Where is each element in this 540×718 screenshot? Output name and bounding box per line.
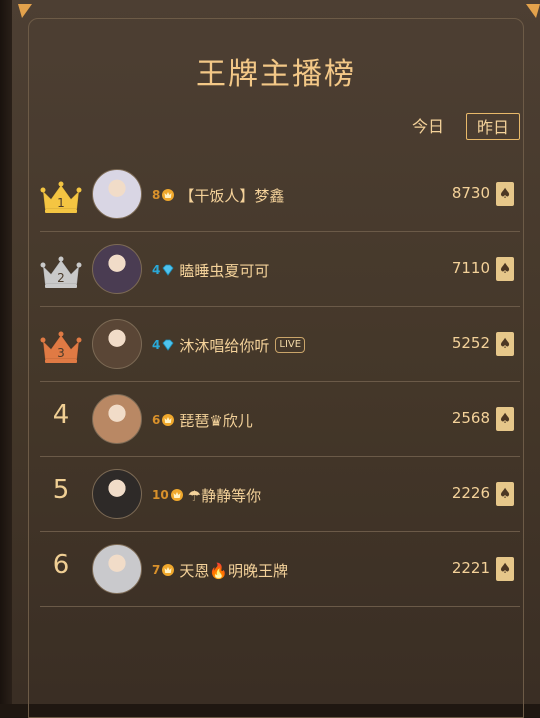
level-badge: 8 [152, 188, 179, 202]
avatar[interactable] [92, 169, 142, 219]
score-value: 7110 [451, 259, 490, 277]
anchor-name: 琵琶♛欣儿 [179, 411, 253, 430]
crown-level-icon [162, 564, 175, 576]
anchor-info: 4 沐沐唱给你听 LIVE [152, 333, 306, 357]
level-number: 7 [152, 563, 161, 577]
left-edge-strip [0, 0, 12, 704]
anchor-info: 6 琵琶♛欣儿 [152, 408, 253, 432]
avatar[interactable] [92, 469, 142, 519]
score-value: 2221 [451, 559, 490, 577]
avatar[interactable] [92, 319, 142, 369]
anchor-name: 【干饭人】梦鑫 [179, 186, 285, 205]
spade-icon[interactable]: ♠ [496, 182, 514, 206]
score-value: 2226 [451, 484, 490, 502]
rank-number: 3 [57, 346, 65, 360]
crown-level-icon [162, 414, 175, 426]
tab-yesterday[interactable]: 昨日 [466, 113, 520, 140]
spade-icon[interactable]: ♠ [496, 257, 514, 281]
anchor-name: 天恩🔥明晚王牌 [179, 561, 289, 580]
spade-icon[interactable]: ♠ [496, 482, 514, 506]
rank-crown-icon: 1 [40, 181, 82, 213]
level-number: 6 [152, 413, 161, 427]
level-number: 4 [152, 263, 161, 277]
score-value: 2568 [451, 409, 490, 427]
anchor-info: 4 瞌睡虫夏可可 [152, 258, 269, 282]
ranking-row[interactable]: 3 4 沐沐唱给你听 LIVE 5252 ♠ [40, 307, 520, 382]
ranking-row[interactable]: 4 6 琵琶♛欣儿 2568 ♠ [40, 382, 520, 457]
ranking-row[interactable]: 5 10 ☂静静等你 2226 ♠ [40, 457, 520, 532]
rank-number: 5 [52, 475, 70, 505]
crown-level-icon [170, 489, 183, 501]
spade-icon[interactable]: ♠ [496, 557, 514, 581]
level-badge: 7 [152, 563, 179, 577]
level-number: 4 [152, 338, 161, 352]
level-badge: 4 [152, 263, 179, 277]
avatar[interactable] [92, 544, 142, 594]
level-badge: 4 [152, 338, 179, 352]
diamond-level-icon [162, 339, 174, 351]
anchor-name: 瞌睡虫夏可可 [179, 261, 270, 280]
rank-crown-icon: 3 [40, 331, 82, 363]
tab-today[interactable]: 今日 [404, 113, 452, 140]
live-badge: LIVE [275, 337, 306, 353]
level-number: 8 [152, 188, 161, 202]
ranking-row[interactable]: 2 4 瞌睡虫夏可可 7110 ♠ [40, 232, 520, 307]
diamond-level-icon [162, 264, 174, 276]
rank-number: 1 [57, 196, 65, 210]
corner-ornament-right [526, 4, 540, 18]
rank-number: 2 [57, 271, 65, 285]
corner-ornament-left [18, 4, 32, 18]
level-badge: 10 [152, 488, 188, 502]
score-value: 5252 [451, 334, 490, 352]
crown-level-icon [162, 189, 175, 201]
spade-icon[interactable]: ♠ [496, 332, 514, 356]
anchor-name: ☂静静等你 [187, 486, 262, 505]
ranking-row[interactable]: 6 7 天恩🔥明晚王牌 2221 ♠ [40, 532, 520, 607]
avatar[interactable] [92, 244, 142, 294]
spade-icon[interactable]: ♠ [496, 407, 514, 431]
anchor-info: 10 ☂静静等你 [152, 483, 261, 507]
level-number: 10 [152, 488, 169, 502]
rank-number: 6 [52, 550, 70, 580]
ranking-row[interactable]: 1 8 【干饭人】梦鑫 8730 ♠ [40, 157, 520, 232]
anchor-name: 沐沐唱给你听 [179, 336, 270, 355]
level-badge: 6 [152, 413, 179, 427]
rank-crown-icon: 2 [40, 256, 82, 288]
avatar[interactable] [92, 394, 142, 444]
anchor-info: 7 天恩🔥明晚王牌 [152, 558, 288, 582]
rank-number: 4 [52, 400, 70, 430]
page-title: 王牌主播榜 [196, 57, 356, 92]
anchor-info: 8 【干饭人】梦鑫 [152, 183, 284, 207]
score-value: 8730 [451, 184, 490, 202]
